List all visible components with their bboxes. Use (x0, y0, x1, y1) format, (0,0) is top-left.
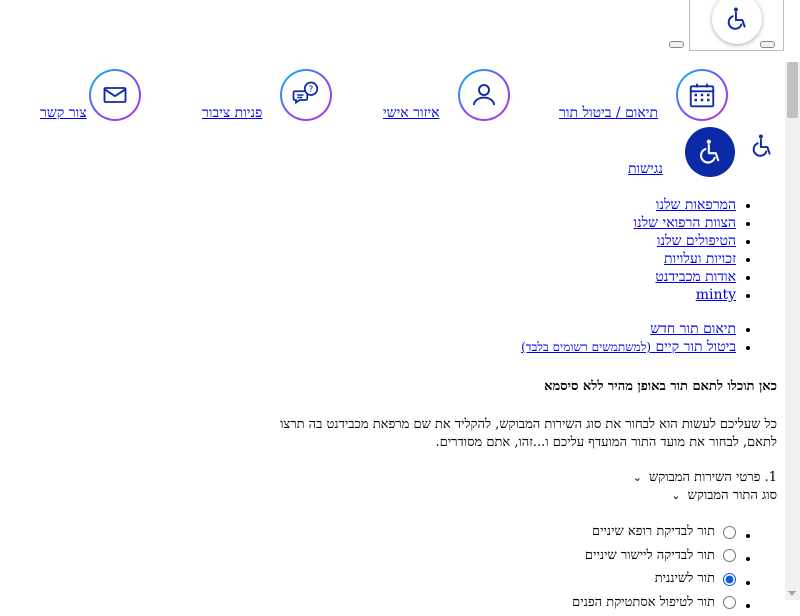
nav-personal-area-label: איזור אישי (383, 105, 440, 121)
appointment-type-label: תור לשיננית (655, 569, 715, 589)
nav-public-inquiries-label: פניות ציבור (202, 105, 262, 121)
nav-public-inquiries[interactable]: פניות ציבור ? (202, 69, 332, 121)
scroll-down-arrow[interactable] (788, 591, 796, 596)
menu-link-minty[interactable]: minty (696, 287, 736, 303)
nav-schedule-cancel-label: תיאום / ביטול תור (559, 105, 658, 121)
list-item: ביטול תור קיים (למשתמשים רשומים בלבד) (521, 338, 736, 356)
main-menu: המרפאות שלנו הצוות הרפואי שלנו הטיפולים … (633, 196, 736, 304)
appointment-menu: תיאום תור חדש ביטול תור קיים (למשתמשים ר… (521, 320, 736, 356)
svg-text:?: ? (309, 85, 314, 95)
appointment-type-label: תור לבדיקת רופא שיניים (592, 522, 715, 542)
user-icon (458, 69, 510, 121)
chevron-down-icon: ⌄ (633, 471, 642, 484)
chat-question-icon: ? (280, 69, 332, 121)
appointment-type-radio[interactable] (723, 596, 736, 609)
scrollbar[interactable] (785, 62, 800, 600)
menu-link-clinics[interactable]: המרפאות שלנו (656, 197, 736, 213)
list-item: המרפאות שלנו (633, 196, 736, 214)
accessibility-widget (689, 0, 784, 51)
list-item: תור לטיפול אסתטיקת הפנים (572, 593, 736, 616)
cancel-appointment-label: ביטול תור קיים (656, 339, 736, 355)
appointment-type-title: סוג התור המבוקש (688, 488, 777, 503)
scrollbar-thumb[interactable] (787, 62, 798, 118)
appointment-type-option[interactable]: תור לבדיקת רופא שיניים (592, 522, 736, 542)
menu-link-about[interactable]: אודות מכבידנט (655, 269, 736, 285)
appointment-type-option[interactable]: תור לטיפול אסתטיקת הפנים (572, 593, 736, 613)
appointment-type-label: תור לבדיקה ליישור שיניים (585, 546, 715, 566)
page-headline: כאן תוכלו לתאם תור באופן מהיר ללא סיסמא (544, 378, 777, 394)
nav-personal-area[interactable]: איזור אישי (383, 69, 510, 121)
step-number: 1. (765, 470, 777, 485)
list-item: הטיפולים שלנו (633, 232, 736, 250)
list-item: תור לשיננית (572, 569, 736, 593)
nav-contact[interactable]: צור קשר (40, 69, 141, 121)
list-item: אודות מכבידנט (633, 268, 736, 286)
nav-accessibility-label: נגישות (628, 161, 663, 177)
widget-toggle-left[interactable] (669, 41, 684, 48)
new-appointment-link[interactable]: תיאום תור חדש (650, 321, 736, 337)
list-item: תור לבדיקה ליישור שיניים (572, 546, 736, 570)
intro-paragraph: כל שעליכם לעשות הוא לבחור את סוג השירות … (267, 416, 777, 452)
menu-link-treatments[interactable]: הטיפולים שלנו (657, 233, 736, 249)
accessibility-icon (685, 127, 735, 177)
appointment-type-label: תור לטיפול אסתטיקת הפנים (572, 593, 715, 613)
appointment-type-radio[interactable] (723, 549, 736, 562)
cancel-appointment-link[interactable]: ביטול תור קיים (למשתמשים רשומים בלבד) (521, 339, 736, 355)
appointment-type-option[interactable]: תור לשיננית (655, 569, 736, 589)
list-item: תור לבדיקת רופא שיניים (572, 522, 736, 546)
list-item: תיאום תור חדש (521, 320, 736, 338)
menu-link-medical-team[interactable]: הצוות הרפואי שלנו (633, 215, 736, 231)
appointment-type-options: תור לבדיקת רופא שיניים תור לבדיקה ליישור… (572, 522, 736, 616)
list-item: הצוות הרפואי שלנו (633, 214, 736, 232)
appointment-type-radio[interactable] (723, 573, 736, 586)
wheelchair-icon (749, 133, 775, 163)
step-title: פרטי השירות המבוקש (649, 470, 760, 485)
list-item: זכויות ועלויות (633, 250, 736, 268)
nav-schedule-cancel[interactable]: תיאום / ביטול תור (559, 69, 728, 121)
step-header[interactable]: 1. פרטי השירות המבוקש ⌄ (633, 469, 777, 485)
appointment-type-radio[interactable] (723, 526, 736, 539)
accessibility-widget-button[interactable] (712, 0, 762, 44)
widget-toggle-right[interactable] (760, 41, 775, 48)
menu-link-rights-costs[interactable]: זכויות ועלויות (664, 251, 736, 267)
mail-icon (89, 69, 141, 121)
chevron-down-icon: ⌄ (671, 489, 680, 502)
wheelchair-icon (724, 6, 750, 32)
appointment-type-option[interactable]: תור לבדיקה ליישור שיניים (585, 546, 736, 566)
appointment-type-header[interactable]: סוג התור המבוקש ⌄ (671, 487, 777, 503)
nav-contact-label: צור קשר (40, 105, 87, 121)
nav-accessibility[interactable]: נגישות (628, 127, 775, 177)
calendar-icon (676, 69, 728, 121)
cancel-appointment-note: (למשתמשים רשומים בלבד) (521, 340, 651, 354)
list-item: minty (633, 286, 736, 304)
